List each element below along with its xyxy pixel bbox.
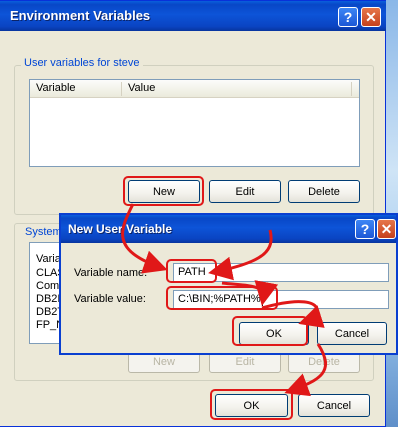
dialog-help-icon[interactable]: ? — [355, 219, 375, 239]
highlight-variable-name — [166, 259, 217, 283]
highlight-ok-button — [210, 389, 293, 420]
help-icon[interactable]: ? — [338, 7, 358, 27]
highlight-new-button — [123, 176, 204, 206]
dialog-title: New User Variable — [68, 222, 173, 236]
list-header: Variable Value — [30, 80, 359, 98]
column-value[interactable]: Value — [122, 82, 352, 96]
user-variables-list[interactable]: Variable Value — [29, 79, 360, 167]
list-item: Varia — [36, 253, 61, 265]
highlight-dialog-ok — [232, 316, 308, 346]
delete-button[interactable]: Delete — [288, 180, 360, 203]
close-icon[interactable]: ✕ — [361, 7, 381, 27]
user-variables-label: User variables for steve — [21, 57, 143, 69]
window-title: Environment Variables — [10, 8, 151, 23]
dialog-title-bar: New User Variable ? ✕ — [61, 215, 396, 243]
column-variable[interactable]: Variable — [30, 82, 122, 96]
cancel-button[interactable]: Cancel — [298, 394, 370, 417]
dialog-close-icon[interactable]: ✕ — [377, 219, 396, 239]
title-bar: Environment Variables ? ✕ — [0, 1, 386, 31]
highlight-variable-value — [166, 286, 278, 310]
variable-value-label: Variable value: — [74, 293, 146, 305]
new-user-variable-dialog: New User Variable ? ✕ Variable name: PAT… — [59, 213, 398, 355]
variable-name-label: Variable name: — [74, 267, 148, 279]
edit-button[interactable]: Edit — [209, 180, 281, 203]
dialog-cancel-button[interactable]: Cancel — [317, 322, 387, 345]
system-variables-label: System — [25, 226, 62, 238]
